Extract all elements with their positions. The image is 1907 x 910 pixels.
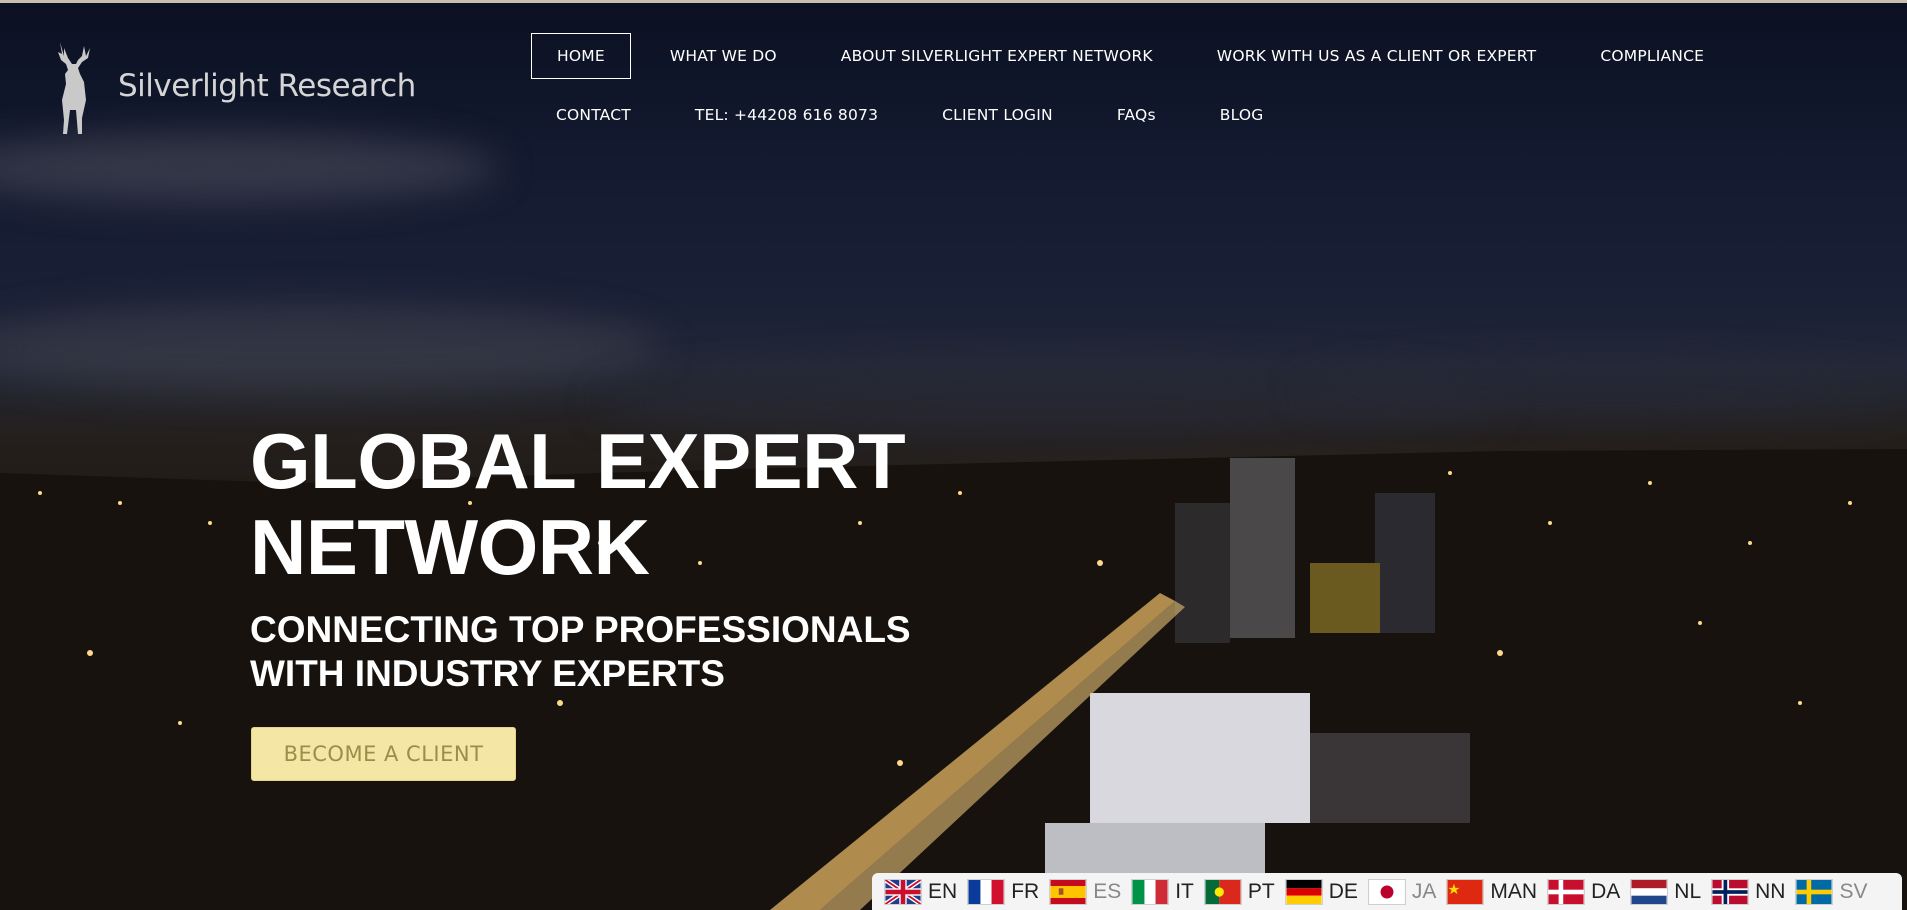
- language-code: PT: [1247, 879, 1275, 903]
- language-code: NN: [1755, 879, 1786, 903]
- nav-home[interactable]: HOME: [531, 33, 631, 79]
- language-switcher: EN FR ES IT PT DE JA MAN DA NL NN SV: [872, 873, 1902, 910]
- language-option-sv[interactable]: SV: [1795, 878, 1868, 905]
- city-light: [897, 760, 903, 766]
- language-code: EN: [928, 879, 958, 903]
- nav-row-primary: HOME WHAT WE DO ABOUT SILVERLIGHT EXPERT…: [531, 33, 1743, 79]
- language-code: FR: [1011, 879, 1040, 903]
- subhead-line-1: CONNECTING TOP PROFESSIONALS: [250, 609, 911, 650]
- nav-faqs[interactable]: FAQs: [1092, 93, 1181, 137]
- language-code: JA: [1411, 879, 1437, 903]
- hero-subheading: CONNECTING TOP PROFESSIONALS WITH INDUST…: [250, 608, 911, 696]
- city-light: [1798, 701, 1802, 705]
- city-light: [38, 491, 42, 495]
- nav-compliance[interactable]: COMPLIANCE: [1575, 34, 1729, 78]
- language-code: NL: [1674, 879, 1702, 903]
- language-option-da[interactable]: DA: [1547, 878, 1621, 905]
- brand-name: Silverlight Research: [118, 68, 416, 104]
- spain-flag-icon: [1049, 878, 1088, 905]
- city-light: [1748, 541, 1752, 545]
- language-option-es[interactable]: ES: [1049, 878, 1122, 905]
- city-light: [178, 721, 182, 725]
- language-option-pt[interactable]: PT: [1203, 878, 1275, 905]
- japan-flag-icon: [1367, 878, 1406, 905]
- nav-about[interactable]: ABOUT SILVERLIGHT EXPERT NETWORK: [816, 34, 1178, 78]
- nav-row-secondary: CONTACT TEL: +44208 616 8073 CLIENT LOGI…: [531, 93, 1302, 137]
- language-code: DE: [1328, 879, 1358, 903]
- city-light: [118, 501, 122, 505]
- language-option-man[interactable]: MAN: [1446, 878, 1538, 905]
- portugal-flag-icon: [1203, 878, 1242, 905]
- language-code: SV: [1839, 879, 1868, 903]
- subhead-line-2: WITH INDUSTRY EXPERTS: [250, 653, 725, 694]
- city-light: [1448, 471, 1452, 475]
- language-code: ES: [1093, 879, 1122, 903]
- language-option-nn[interactable]: NN: [1711, 878, 1786, 905]
- uk-flag-icon: [884, 878, 922, 905]
- nav-what-we-do[interactable]: WHAT WE DO: [645, 34, 802, 78]
- become-a-client-button[interactable]: BECOME A CLIENT: [251, 727, 516, 781]
- city-light: [1698, 621, 1702, 625]
- city-light: [958, 491, 962, 495]
- nav-contact[interactable]: CONTACT: [531, 93, 656, 137]
- city-light: [557, 700, 563, 706]
- france-flag-icon: [967, 878, 1006, 905]
- city-light: [87, 650, 93, 656]
- language-option-fr[interactable]: FR: [967, 878, 1040, 905]
- language-code: DA: [1591, 879, 1621, 903]
- language-option-en[interactable]: EN: [884, 878, 958, 905]
- germany-flag-icon: [1284, 878, 1323, 905]
- nav-work-with-us[interactable]: WORK WITH US AS A CLIENT OR EXPERT: [1192, 34, 1562, 78]
- nav-blog[interactable]: BLOG: [1195, 93, 1289, 137]
- denmark-flag-icon: [1547, 878, 1586, 905]
- city-light: [1648, 481, 1652, 485]
- norway-flag-icon: [1711, 878, 1750, 905]
- nav-client-login[interactable]: CLIENT LOGIN: [917, 93, 1078, 137]
- hero-headline: GLOBAL EXPERT NETWORK: [250, 417, 906, 591]
- city-light: [1497, 650, 1503, 656]
- sweden-flag-icon: [1795, 878, 1834, 905]
- language-option-de[interactable]: DE: [1284, 878, 1358, 905]
- language-option-nl[interactable]: NL: [1630, 878, 1702, 905]
- language-option-ja[interactable]: JA: [1367, 878, 1437, 905]
- site-logo[interactable]: Silverlight Research: [52, 40, 416, 136]
- italy-flag-icon: [1131, 878, 1170, 905]
- china-flag-icon: [1446, 878, 1485, 905]
- headline-line-2: NETWORK: [250, 503, 650, 591]
- netherlands-flag-icon: [1630, 878, 1669, 905]
- city-light: [208, 521, 212, 525]
- nav-telephone[interactable]: TEL: +44208 616 8073: [670, 93, 903, 137]
- headline-line-1: GLOBAL EXPERT: [250, 417, 906, 505]
- stag-icon: [58, 42, 90, 134]
- city-light: [1548, 521, 1552, 525]
- language-code: MAN: [1490, 879, 1538, 903]
- language-code: IT: [1175, 879, 1194, 903]
- city-light: [1848, 501, 1852, 505]
- language-option-it[interactable]: IT: [1131, 878, 1194, 905]
- city-light: [1097, 560, 1103, 566]
